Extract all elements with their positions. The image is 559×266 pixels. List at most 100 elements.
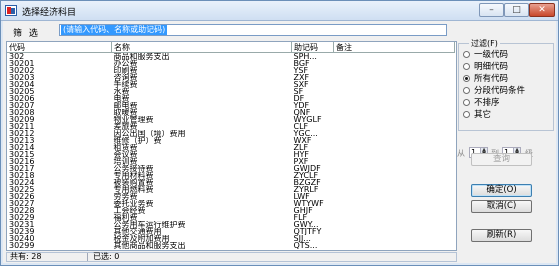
radio-no-sort[interactable]: 不排序 xyxy=(463,98,500,109)
cell-mnemonic: WTYWF xyxy=(293,200,324,207)
table-row[interactable]: 30217 公务接待费 GWJDF xyxy=(7,165,455,172)
filter-input[interactable]: (请输入代码、名称或助记码) xyxy=(59,24,447,36)
table-row[interactable]: 30209 物业管理费 WYGLF xyxy=(7,116,455,123)
table-row[interactable]: 30208 取暖费 QNF xyxy=(7,109,455,116)
table-row[interactable]: 30228 工会经费 GHJF xyxy=(7,207,455,214)
maximize-button[interactable]: □ xyxy=(504,3,529,17)
cell-note xyxy=(334,242,455,249)
cell-note xyxy=(334,88,455,95)
cell-name: 电费 xyxy=(113,95,130,102)
cell-code: 30213 xyxy=(9,137,35,144)
radio-detail-code[interactable]: 明细代码 xyxy=(463,62,508,73)
column-header-code[interactable]: 代码 xyxy=(7,42,112,53)
table-row[interactable]: 30226 劳务费 LWF xyxy=(7,193,455,200)
cell-code: 30207 xyxy=(9,102,35,109)
table-row[interactable]: 30212 因公出国（境）费用 YGC... xyxy=(7,130,455,137)
status-total: 共有: 28 xyxy=(10,252,42,261)
status-selected: 已选: 0 xyxy=(93,252,120,261)
table-row[interactable]: 30224 被装购置费 BZGZF xyxy=(7,179,455,186)
radio-level1-code[interactable]: 一级代码 xyxy=(463,50,508,61)
cell-note xyxy=(334,151,455,158)
cell-code: 30203 xyxy=(9,74,35,81)
cell-note xyxy=(334,235,455,242)
radio-all-codes[interactable]: 所有代码 xyxy=(463,74,508,85)
cell-code: 30229 xyxy=(9,214,35,221)
table-row[interactable]: 30231 公务用车运行维护费 GWY... xyxy=(7,221,455,228)
cell-note xyxy=(334,172,455,179)
table-row[interactable]: 30202 印刷费 YSF xyxy=(7,67,455,74)
table-row[interactable]: 30201 办公费 BGF xyxy=(7,60,455,67)
cell-name: 专用材料费 xyxy=(113,172,154,179)
cell-name: 公务用车运行维护费 xyxy=(113,221,186,228)
cell-note xyxy=(334,130,455,137)
query-button[interactable]: 查询 xyxy=(471,153,532,166)
column-header-name[interactable]: 名称 xyxy=(111,42,292,53)
close-button[interactable]: ✕ xyxy=(529,3,555,17)
table-row[interactable]: 30206 电费 DF xyxy=(7,95,455,102)
table-row[interactable]: 30203 咨询费 ZXF xyxy=(7,74,455,81)
radio-other[interactable]: 其它 xyxy=(463,110,491,121)
cell-note xyxy=(334,179,455,186)
table-row[interactable]: 30211 差旅费 CLF xyxy=(7,123,455,130)
cell-code: 30211 xyxy=(9,123,35,130)
column-header-mnemonic[interactable]: 助记码 xyxy=(291,42,334,53)
cell-note xyxy=(334,221,455,228)
radio-segment-condition[interactable]: 分段代码条件 xyxy=(463,86,525,97)
table-row[interactable]: 30215 会议费 HYF xyxy=(7,151,455,158)
cell-name: 其他商品和服务支出 xyxy=(113,242,186,249)
radio-circle xyxy=(463,87,470,94)
table-row[interactable]: 302 商品和服务支出 SPH... xyxy=(7,52,455,60)
cell-note xyxy=(334,95,455,102)
cell-name: 专用燃料费 xyxy=(113,186,154,193)
radio-label: 分段代码条件 xyxy=(474,86,526,96)
table-row[interactable]: 30299 其他商品和服务支出 QTS... xyxy=(7,242,455,249)
cell-name: 商品和服务支出 xyxy=(113,52,170,60)
cell-code: 30215 xyxy=(9,151,35,158)
cell-mnemonic: ZXF xyxy=(293,74,310,81)
dialog-window: 选择经济科目 – □ ✕ 筛 选 (请输入代码、名称或助记码) 代码 名称 助记… xyxy=(0,0,559,266)
table-row[interactable]: 30216 培训费 PXF xyxy=(7,158,455,165)
cell-name: 委托业务费 xyxy=(113,200,154,207)
cell-mnemonic: SXF xyxy=(293,81,309,88)
cell-code: 30239 xyxy=(9,228,35,235)
cell-name: 取暖费 xyxy=(113,109,138,116)
cell-note xyxy=(334,137,455,144)
minimize-button[interactable]: – xyxy=(479,3,504,17)
cell-code: 30231 xyxy=(9,221,35,228)
cell-note xyxy=(334,193,455,200)
cell-mnemonic: DF xyxy=(293,95,305,102)
cell-name: 福利费 xyxy=(113,214,138,221)
cell-mnemonic: QTJTFY xyxy=(293,228,322,235)
cell-note xyxy=(334,228,455,235)
cell-code: 30206 xyxy=(9,95,35,102)
cell-mnemonic: PXF xyxy=(293,158,309,165)
filter-label: 筛 选 xyxy=(13,29,40,39)
cell-note xyxy=(334,144,455,151)
table-row[interactable]: 30213 维修（护）费 WXF xyxy=(7,137,455,144)
refresh-button[interactable]: 刷新(R) xyxy=(471,229,532,242)
table-row[interactable]: 30225 专用燃料费 ZYRLF xyxy=(7,186,455,193)
cell-note xyxy=(334,200,455,207)
column-header-note[interactable]: 备注 xyxy=(333,42,455,53)
account-grid[interactable]: 代码 名称 助记码 备注 302 商品和服务支出 SPH... 30201 办公费 BGF… xyxy=(6,41,457,251)
level-from-label: 从 xyxy=(457,149,465,158)
ok-button[interactable]: 确定(O) xyxy=(471,184,532,197)
cell-name: 差旅费 xyxy=(113,123,138,130)
table-row[interactable]: 30218 专用材料费 ZYCLF xyxy=(7,172,455,179)
cancel-button[interactable]: 取消(C) xyxy=(471,200,532,213)
cell-name: 维修（护）费 xyxy=(113,137,162,144)
cell-mnemonic: BGF xyxy=(293,60,310,67)
table-row[interactable]: 30229 福利费 FLF xyxy=(7,214,455,221)
cell-name: 其他交通费用 xyxy=(113,228,162,235)
table-row[interactable]: 30239 其他交通费用 QTJTFY xyxy=(7,228,455,235)
table-row[interactable]: 30205 水费 SF xyxy=(7,88,455,95)
table-row[interactable]: 30204 手续费 SXF xyxy=(7,81,455,88)
table-row[interactable]: 30214 租赁费 ZLF xyxy=(7,144,455,151)
table-row[interactable]: 30207 邮电费 YDF xyxy=(7,102,455,109)
cell-name: 办公费 xyxy=(113,60,138,67)
radio-label: 一级代码 xyxy=(474,50,509,60)
table-row[interactable]: 30240 税金及附加费用 SJJ... xyxy=(7,235,455,242)
cell-name: 公务接待费 xyxy=(113,165,154,172)
table-row[interactable]: 30227 委托业务费 WTYWF xyxy=(7,200,455,207)
cell-name: 物业管理费 xyxy=(113,116,154,123)
